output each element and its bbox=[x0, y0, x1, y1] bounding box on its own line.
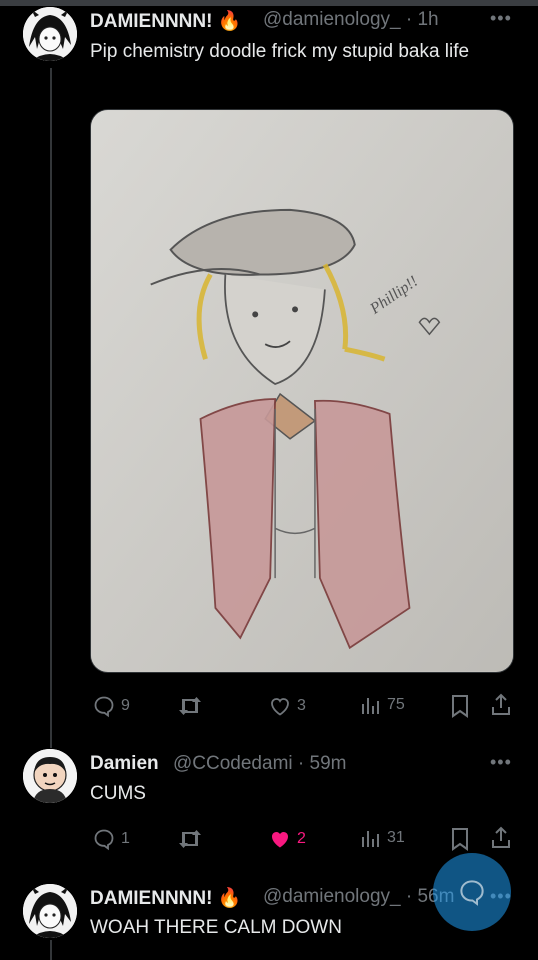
avatar[interactable] bbox=[23, 749, 77, 803]
timestamp: · 59m bbox=[297, 753, 347, 774]
status-strip bbox=[0, 0, 538, 6]
share-button[interactable] bbox=[490, 826, 512, 850]
thread-line bbox=[50, 940, 52, 960]
reply-button[interactable]: 9 bbox=[92, 694, 130, 718]
repost-button[interactable] bbox=[177, 694, 203, 718]
avatar-image bbox=[23, 749, 77, 803]
share-icon bbox=[492, 826, 510, 848]
reply-icon bbox=[94, 829, 114, 851]
share-button[interactable] bbox=[490, 693, 512, 717]
views-button[interactable]: 75 bbox=[360, 694, 405, 716]
views-button[interactable]: 31 bbox=[360, 827, 405, 849]
reply-count: 1 bbox=[121, 830, 130, 847]
bookmark-button[interactable] bbox=[450, 694, 470, 718]
sketch-drawing: Phillip!! bbox=[91, 110, 513, 672]
reply-count: 9 bbox=[121, 697, 130, 714]
bookmark-button[interactable] bbox=[450, 827, 470, 851]
avatar-image bbox=[23, 884, 77, 938]
more-options-icon[interactable]: ••• bbox=[490, 8, 512, 29]
avatar-image bbox=[23, 7, 77, 61]
repost-icon bbox=[179, 830, 201, 848]
bookmark-icon bbox=[452, 695, 468, 718]
views-icon bbox=[362, 831, 379, 847]
avatar[interactable] bbox=[23, 884, 77, 938]
view-count: 31 bbox=[387, 829, 405, 846]
share-icon bbox=[492, 693, 510, 715]
post-image[interactable]: Phillip!! bbox=[90, 109, 514, 673]
thread-line bbox=[50, 68, 52, 748]
reply-button[interactable]: 1 bbox=[92, 827, 130, 851]
repost-icon bbox=[179, 697, 201, 715]
handle[interactable]: @CCodedami · 59m bbox=[173, 753, 346, 775]
avatar[interactable] bbox=[23, 7, 77, 61]
like-button[interactable]: 3 bbox=[268, 694, 306, 718]
compose-button[interactable] bbox=[433, 853, 511, 931]
view-count: 75 bbox=[387, 696, 405, 713]
heart-filled-icon bbox=[272, 832, 288, 848]
fire-emoji: 🔥 bbox=[217, 888, 242, 909]
bookmark-icon bbox=[452, 828, 468, 851]
display-name[interactable]: DAMIENNNN! 🔥 bbox=[90, 886, 241, 910]
handle[interactable]: @damienology_ · 56m bbox=[263, 886, 454, 908]
reply-icon bbox=[94, 696, 114, 718]
like-button[interactable]: 2 bbox=[268, 827, 306, 851]
timestamp: · 1h bbox=[405, 9, 439, 30]
display-name[interactable]: DAMIENNNN! 🔥 bbox=[90, 9, 241, 33]
post-text: CUMS bbox=[90, 783, 146, 804]
post-text: WOAH THERE CALM DOWN bbox=[90, 917, 342, 938]
repost-button[interactable] bbox=[177, 827, 203, 851]
post-text: Pip chemistry doodle frick my stupid bak… bbox=[90, 41, 470, 62]
fire-emoji: 🔥 bbox=[217, 11, 242, 32]
heart-icon bbox=[271, 698, 289, 716]
views-icon bbox=[362, 698, 379, 714]
like-count: 2 bbox=[297, 830, 306, 847]
compose-icon bbox=[460, 880, 484, 906]
more-options-icon[interactable]: ••• bbox=[490, 752, 512, 773]
like-count: 3 bbox=[297, 697, 306, 714]
display-name[interactable]: Damien bbox=[90, 753, 159, 775]
handle[interactable]: @damienology_ · 1h bbox=[263, 9, 439, 31]
